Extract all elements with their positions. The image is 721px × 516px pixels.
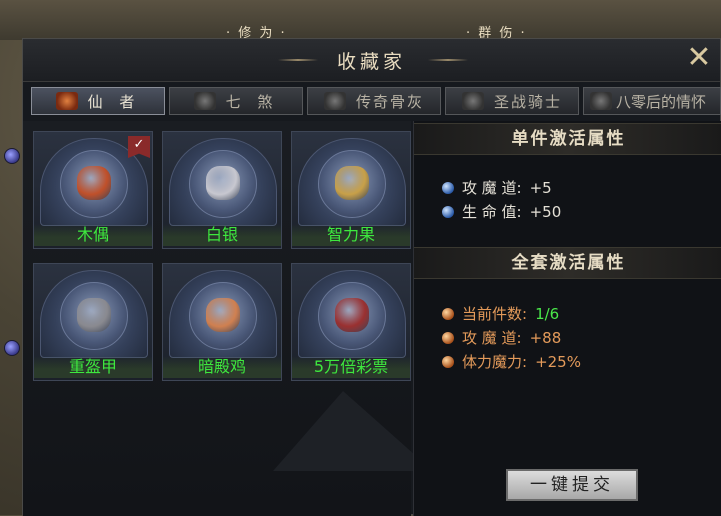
heavy-armor-icon xyxy=(77,298,111,332)
item-grid-panel: ✓ 木偶 白银 智力果 重盔甲 暗殿鸡 5万倍彩票 xyxy=(23,121,433,516)
tab-label: 仙 者 xyxy=(87,92,141,111)
mountain-decoration xyxy=(273,391,433,471)
item-name: 暗殿鸡 xyxy=(163,356,281,378)
tab-emblem-icon xyxy=(193,92,216,110)
attr-label: 攻 魔 道: xyxy=(462,179,522,197)
side-orb-icon[interactable] xyxy=(4,340,20,356)
tab-legend-ashes[interactable]: 传奇骨灰 xyxy=(307,87,441,115)
category-tabs: 仙 者 七 煞 传奇骨灰 圣战骑士 八零后的情怀 xyxy=(31,87,721,117)
attr-label: 生 命 值: xyxy=(462,203,522,221)
tab-emblem-icon xyxy=(461,92,484,110)
tab-label: 传奇骨灰 xyxy=(355,92,424,111)
tab-emblem-icon xyxy=(590,92,612,110)
set-count-row: 当前件数: 1/6 xyxy=(442,303,559,324)
orange-gem-icon xyxy=(442,331,454,344)
item-card-puppet[interactable]: ✓ 木偶 xyxy=(33,131,153,249)
attr-value: +25% xyxy=(535,352,581,371)
item-name: 重盔甲 xyxy=(34,356,152,378)
item-name: 5万倍彩票 xyxy=(292,356,410,378)
count-label: 当前件数: xyxy=(462,305,528,323)
blue-gem-icon xyxy=(442,181,454,194)
item-name: 白银 xyxy=(163,224,281,246)
close-icon[interactable]: ✕ xyxy=(682,41,716,75)
collector-window: 收藏家 ✕ 仙 者 七 煞 传奇骨灰 圣战骑士 八零后的情怀 ✓ 木偶 白银 智… xyxy=(22,38,721,516)
window-title: 收藏家 xyxy=(336,51,406,73)
background-top-bar xyxy=(0,0,721,40)
lottery-ticket-icon xyxy=(335,298,369,332)
tab-label: 八零后的情怀 xyxy=(616,92,707,111)
orange-gem-icon xyxy=(442,307,454,320)
set-attr-row: 攻 魔 道: +88 xyxy=(442,327,561,348)
attribute-panel: 单件激活属性 攻 魔 道: +5 生 命 值: +50 全套激活属性 当前件数:… xyxy=(413,121,721,516)
title-bar: 收藏家 ✕ xyxy=(23,39,720,82)
tab-emblem-icon xyxy=(323,92,346,110)
item-card-heavy-armor[interactable]: 重盔甲 xyxy=(33,263,153,381)
blue-gem-icon xyxy=(442,205,454,218)
item-card-lottery-ticket[interactable]: 5万倍彩票 xyxy=(291,263,411,381)
single-attr-row: 攻 魔 道: +5 xyxy=(442,177,552,198)
item-card-wisdom-fruit[interactable]: 智力果 xyxy=(291,131,411,249)
attr-value: +88 xyxy=(529,328,562,347)
tab-80s-nostalgia[interactable]: 八零后的情怀 xyxy=(583,87,721,115)
silver-ingot-icon xyxy=(206,166,240,200)
attr-value: +50 xyxy=(529,202,562,221)
tab-label: 圣战骑士 xyxy=(493,92,562,111)
tab-label: 七 煞 xyxy=(225,92,279,111)
submit-all-button[interactable]: 一键提交 xyxy=(506,469,638,501)
attr-label: 体力魔力: xyxy=(462,353,528,371)
item-card-silver[interactable]: 白银 xyxy=(162,131,282,249)
title-ornament-right xyxy=(428,59,468,61)
wisdom-fruit-icon xyxy=(335,166,369,200)
attr-label: 攻 魔 道: xyxy=(462,329,522,347)
roast-chicken-icon xyxy=(206,298,240,332)
orange-gem-icon xyxy=(442,355,454,368)
collected-check-icon: ✓ xyxy=(128,136,150,158)
item-name: 智力果 xyxy=(292,224,410,246)
single-activation-header: 单件激活属性 xyxy=(414,123,721,155)
puppet-icon xyxy=(77,166,111,200)
tab-crusader[interactable]: 圣战骑士 xyxy=(445,87,579,115)
item-name: 木偶 xyxy=(34,224,152,246)
tab-xianzhe[interactable]: 仙 者 xyxy=(31,87,165,115)
single-attr-row: 生 命 值: +50 xyxy=(442,201,561,222)
set-activation-header: 全套激活属性 xyxy=(414,247,721,279)
side-orb-icon[interactable] xyxy=(4,148,20,164)
attr-value: +5 xyxy=(529,178,552,197)
set-attr-row: 体力魔力: +25% xyxy=(442,351,581,372)
tab-emblem-icon xyxy=(55,92,78,110)
tab-qisha[interactable]: 七 煞 xyxy=(169,87,303,115)
count-value: 1/6 xyxy=(535,304,560,323)
item-card-dark-hall-chicken[interactable]: 暗殿鸡 xyxy=(162,263,282,381)
